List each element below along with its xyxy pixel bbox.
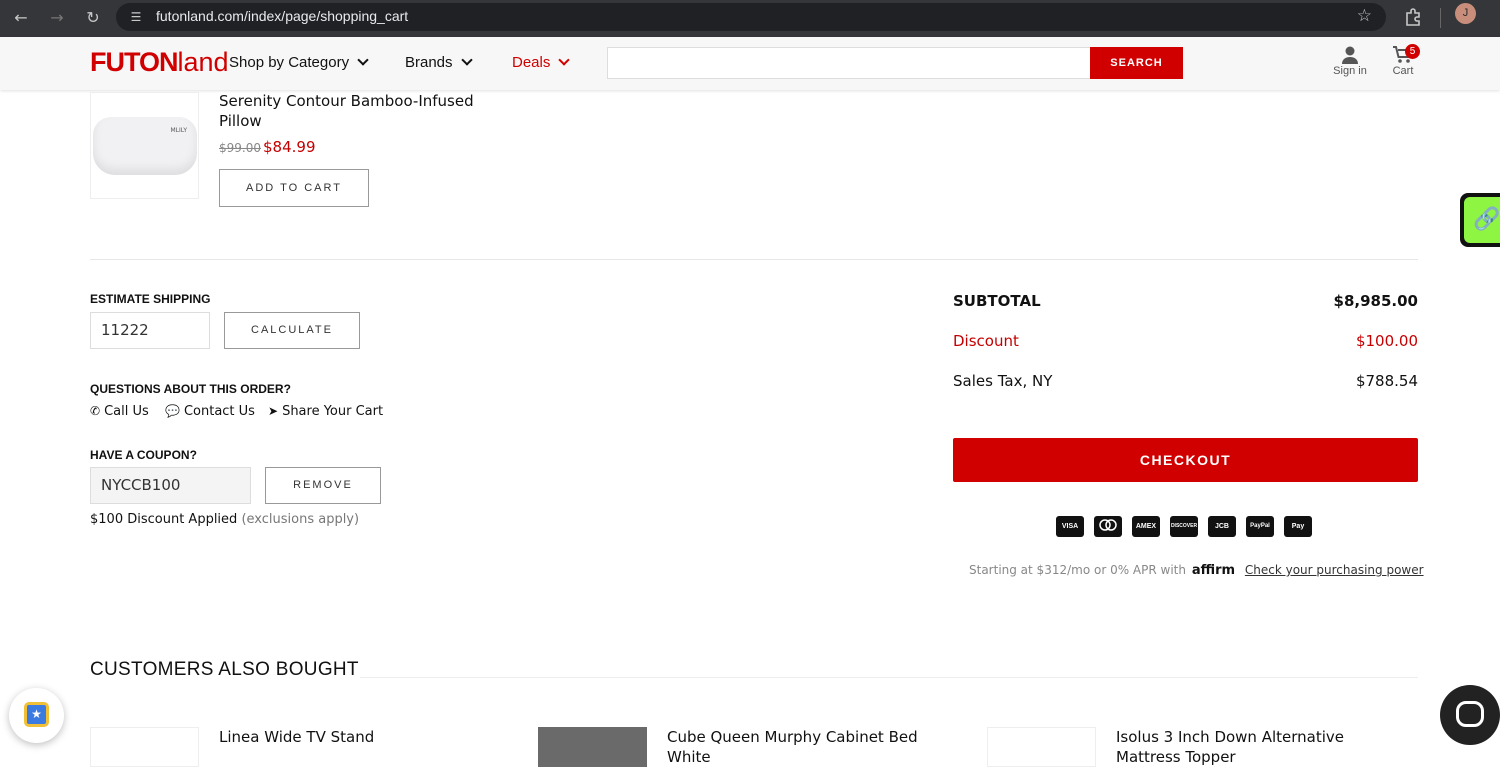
- discount-value: $100.00: [1355, 332, 1418, 350]
- back-icon[interactable]: ←: [9, 6, 33, 30]
- amex-icon: AMEX: [1132, 516, 1160, 537]
- profile-avatar[interactable]: J: [1455, 3, 1476, 24]
- logo-bold: FUTON: [90, 47, 178, 77]
- apple-pay-icon: Pay: [1284, 516, 1312, 537]
- contact-us-link[interactable]: 💬 Contact Us: [165, 404, 255, 419]
- coupon-code-input[interactable]: NYCCB100: [90, 467, 251, 504]
- search-input[interactable]: [607, 47, 1092, 79]
- phone-icon: ✆: [90, 404, 101, 418]
- jcb-icon: JCB: [1208, 516, 1236, 537]
- paypal-icon: PayPal: [1246, 516, 1274, 537]
- extensions-icon[interactable]: [1402, 6, 1424, 28]
- menu-brands[interactable]: Brands: [405, 54, 473, 71]
- pillow-image: MLILY: [93, 117, 197, 175]
- sales-tax-row: Sales Tax, NY $788.54: [953, 372, 1418, 390]
- sign-in-label: Sign in: [1333, 65, 1367, 77]
- sale-price: $84.99: [263, 138, 316, 156]
- subtotal-value: $8,985.00: [1333, 292, 1418, 310]
- star-icon[interactable]: ☆: [1357, 6, 1372, 26]
- original-price: $99.00: [219, 141, 261, 155]
- payment-methods: VISA AMEX DISCOVER JCB PayPal Pay: [1056, 516, 1316, 538]
- mastercard-icon: [1094, 516, 1122, 537]
- coupon-heading: HAVE A COUPON?: [90, 448, 197, 462]
- chevron-down-icon: [558, 54, 571, 66]
- zip-code-input[interactable]: 11222: [90, 312, 210, 349]
- discount-label: Discount: [953, 332, 1019, 350]
- paper-plane-icon: ➤: [268, 404, 279, 418]
- call-us-label: Call Us: [104, 404, 149, 419]
- cart-label: Cart: [1392, 65, 1414, 77]
- forward-icon[interactable]: →: [45, 6, 69, 30]
- visa-icon: VISA: [1056, 516, 1084, 537]
- subtotal-row: SUBTOTAL $8,985.00: [953, 292, 1418, 310]
- subtotal-label: SUBTOTAL: [953, 292, 1041, 310]
- sales-tax-label: Sales Tax, NY: [953, 372, 1053, 390]
- cart-link[interactable]: 5 Cart: [1388, 44, 1420, 77]
- related-product-image[interactable]: [538, 727, 647, 767]
- coupon-applied-note: $100 Discount Applied (exclusions apply): [90, 512, 359, 527]
- add-to-cart-button[interactable]: ADD TO CART: [219, 169, 369, 207]
- checkout-button[interactable]: CHECKOUT: [953, 438, 1418, 482]
- menu-shop-by-category[interactable]: Shop by Category: [229, 54, 369, 71]
- product-name[interactable]: Serenity Contour Bamboo-Infused Pillow: [219, 91, 489, 131]
- exclusions-text: (exclusions apply): [241, 512, 360, 527]
- share-cart-link[interactable]: ➤ Share Your Cart: [268, 404, 383, 419]
- side-widget-tab[interactable]: 🔗: [1460, 193, 1500, 247]
- questions-heading: QUESTIONS ABOUT THIS ORDER?: [90, 382, 291, 396]
- coupon-applied-text: $100 Discount Applied: [90, 512, 238, 527]
- related-product-image[interactable]: [90, 727, 199, 767]
- user-icon: [1330, 45, 1370, 65]
- menu-deals[interactable]: Deals: [512, 54, 571, 71]
- customers-also-bought-heading: CUSTOMERS ALSO BOUGHT: [90, 659, 359, 680]
- cart-count-badge: 5: [1405, 44, 1420, 59]
- site-settings-icon[interactable]: ☰: [128, 9, 144, 25]
- toolbar-separator: [1440, 8, 1441, 28]
- site-logo[interactable]: FUTONland: [90, 47, 229, 78]
- chevron-down-icon: [357, 54, 369, 66]
- product-image[interactable]: MLILY: [90, 92, 199, 199]
- chat-bubble-icon: [1456, 701, 1484, 727]
- affirm-text: Starting at $312/mo or 0% APR with: [969, 563, 1186, 577]
- link-icon: 🔗: [1464, 197, 1500, 243]
- sign-in-link[interactable]: Sign in: [1330, 45, 1370, 77]
- related-product-name[interactable]: Cube Queen Murphy Cabinet Bed White: [667, 727, 937, 767]
- reload-icon[interactable]: ↻: [81, 6, 105, 30]
- contact-us-label: Contact Us: [183, 404, 255, 419]
- logo-thin: land: [177, 47, 229, 77]
- menu-label: Shop by Category: [229, 54, 350, 71]
- site-header: FUTONland Shop by Category Brands Deals …: [0, 37, 1500, 90]
- shopping-bag-icon: ★: [24, 702, 49, 727]
- menu-label: Brands: [405, 54, 453, 71]
- affirm-purchasing-power-link[interactable]: Check your purchasing power: [1245, 563, 1424, 577]
- discount-row: Discount $100.00: [953, 332, 1418, 350]
- call-us-link[interactable]: ✆ Call Us: [90, 404, 149, 419]
- chevron-down-icon: [460, 54, 473, 66]
- heading-rule: [360, 677, 1418, 678]
- related-product-name[interactable]: Linea Wide TV Stand: [219, 727, 489, 747]
- remove-coupon-button[interactable]: REMOVE: [265, 467, 381, 504]
- chat-widget-button[interactable]: [1440, 685, 1500, 745]
- sales-tax-value: $788.54: [1355, 372, 1418, 390]
- related-product-name[interactable]: Isolus 3 Inch Down Alternative Mattress …: [1116, 727, 1386, 767]
- browser-toolbar: ← → ↻ ☰ futonland.com/index/page/shoppin…: [0, 0, 1500, 37]
- pillow-brand-label: MLILY: [170, 127, 188, 134]
- affirm-financing: Starting at $312/mo or 0% APR with affir…: [969, 563, 1424, 578]
- search-button[interactable]: SEARCH: [1090, 47, 1183, 79]
- discover-icon: DISCOVER: [1170, 516, 1198, 537]
- url-text: futonland.com/index/page/shopping_cart: [156, 8, 409, 24]
- chat-icon: 💬: [165, 404, 180, 418]
- menu-label: Deals: [512, 54, 551, 71]
- shopping-extension-button[interactable]: ★: [9, 688, 64, 743]
- estimate-shipping-heading: ESTIMATE SHIPPING: [90, 292, 211, 306]
- section-divider: [90, 259, 1418, 260]
- related-product-image[interactable]: [987, 727, 1096, 767]
- calculate-button[interactable]: CALCULATE: [224, 312, 360, 349]
- address-bar[interactable]: ☰ futonland.com/index/page/shopping_cart…: [116, 3, 1386, 31]
- share-cart-label: Share Your Cart: [282, 404, 384, 419]
- affirm-logo: affirm: [1191, 563, 1236, 578]
